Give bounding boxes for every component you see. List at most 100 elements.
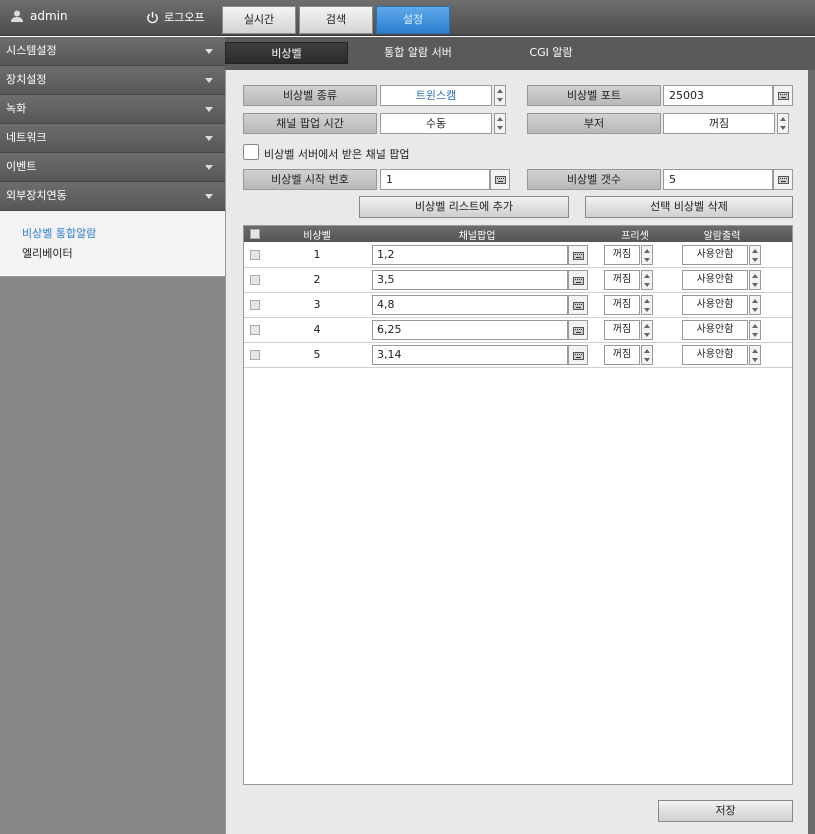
sidebar-item-device[interactable]: 장치설정 bbox=[0, 66, 225, 95]
sub-tab-bar: 비상벨 통합 알람 서버 CGI 알람 bbox=[225, 37, 815, 70]
server-popup-label: 비상벨 서버에서 받은 채널 팝업 bbox=[264, 148, 410, 161]
channel-popup-input[interactable]: 3,5 bbox=[372, 270, 568, 290]
preset-spinner[interactable] bbox=[641, 245, 653, 265]
alarm-output-select[interactable]: 사용안함 bbox=[682, 270, 748, 290]
row-checkbox[interactable] bbox=[250, 325, 260, 335]
keyboard-icon[interactable] bbox=[568, 245, 588, 265]
preset-select[interactable]: 꺼짐 bbox=[604, 270, 640, 290]
sidebar-item-label: 외부장치연동 bbox=[6, 189, 67, 202]
table-row: 1 1,2 꺼짐 사용안함 bbox=[244, 243, 792, 268]
submenu-item-emergency-bell[interactable]: 비상벨 통합알람 bbox=[22, 225, 225, 245]
chevron-down-icon bbox=[205, 136, 213, 141]
keyboard-icon[interactable] bbox=[568, 270, 588, 290]
channel-popup-input[interactable]: 6,25 bbox=[372, 320, 568, 340]
preset-spinner[interactable] bbox=[641, 295, 653, 315]
tab-alarm-server[interactable]: 통합 알람 서버 bbox=[368, 42, 468, 64]
buzzer-select[interactable]: 꺼짐 bbox=[663, 113, 775, 134]
table-row: 4 6,25 꺼짐 사용안함 bbox=[244, 318, 792, 343]
bell-count-input[interactable]: 5 bbox=[663, 169, 773, 190]
chevron-down-icon bbox=[205, 107, 213, 112]
buzzer-spinner[interactable] bbox=[777, 113, 789, 134]
bell-number: 4 bbox=[313, 323, 321, 336]
preset-select[interactable]: 꺼짐 bbox=[604, 320, 640, 340]
submenu-item-elevator[interactable]: 엘리베이터 bbox=[22, 245, 225, 265]
table-row: 5 3,14 꺼짐 사용안함 bbox=[244, 343, 792, 368]
alarm-output-spinner[interactable] bbox=[749, 245, 761, 265]
save-button[interactable]: 저장 bbox=[658, 800, 793, 822]
bell-number: 5 bbox=[313, 348, 321, 361]
delete-selected-button[interactable]: 선택 비상벨 삭제 bbox=[585, 196, 793, 218]
keyboard-icon[interactable] bbox=[568, 295, 588, 315]
tab-live[interactable]: 실시간 bbox=[222, 6, 296, 34]
keyboard-icon[interactable] bbox=[773, 85, 793, 106]
alarm-output-select[interactable]: 사용안함 bbox=[682, 345, 748, 365]
sidebar-item-event[interactable]: 이벤트 bbox=[0, 153, 225, 182]
alarm-output-spinner[interactable] bbox=[749, 295, 761, 315]
alarm-output-select[interactable]: 사용안함 bbox=[682, 320, 748, 340]
select-all-checkbox[interactable] bbox=[250, 229, 260, 239]
sidebar-item-record[interactable]: 녹화 bbox=[0, 95, 225, 124]
table-row: 3 4,8 꺼짐 사용안함 bbox=[244, 293, 792, 318]
alarm-output-select[interactable]: 사용안함 bbox=[682, 245, 748, 265]
bell-count-label: 비상벨 갯수 bbox=[527, 169, 661, 190]
popup-time-label: 채널 팝업 시간 bbox=[243, 113, 377, 134]
bell-port-input[interactable]: 25003 bbox=[663, 85, 773, 106]
bell-port-label: 비상벨 포트 bbox=[527, 85, 661, 106]
header-alarm-output: 알람출력 bbox=[703, 231, 741, 242]
channel-popup-input[interactable]: 4,8 bbox=[372, 295, 568, 315]
preset-spinner[interactable] bbox=[641, 345, 653, 365]
keyboard-icon[interactable] bbox=[490, 169, 510, 190]
chevron-down-icon bbox=[205, 78, 213, 83]
server-popup-checkbox[interactable] bbox=[243, 144, 259, 160]
tab-settings[interactable]: 설정 bbox=[376, 6, 450, 34]
sidebar-item-label: 시스템설정 bbox=[6, 44, 57, 57]
row-checkbox[interactable] bbox=[250, 300, 260, 310]
bell-type-label: 비상벨 종류 bbox=[243, 85, 377, 106]
keyboard-icon[interactable] bbox=[568, 320, 588, 340]
table-header: 비상벨 채널팝업 프리셋 알람출력 bbox=[244, 226, 792, 242]
alarm-output-spinner[interactable] bbox=[749, 270, 761, 290]
logout-button[interactable]: 로그오프 bbox=[146, 9, 204, 25]
user-info: admin bbox=[10, 9, 68, 23]
alarm-output-spinner[interactable] bbox=[749, 345, 761, 365]
row-checkbox[interactable] bbox=[250, 275, 260, 285]
row-checkbox[interactable] bbox=[250, 350, 260, 360]
channel-popup-input[interactable]: 3,14 bbox=[372, 345, 568, 365]
header-channel-popup: 채널팝업 bbox=[458, 231, 496, 242]
preset-select[interactable]: 꺼짐 bbox=[604, 345, 640, 365]
bell-type-spinner[interactable] bbox=[494, 85, 506, 106]
sidebar-item-label: 네트워크 bbox=[6, 131, 47, 144]
sidebar-item-system[interactable]: 시스템설정 bbox=[0, 37, 225, 66]
preset-spinner[interactable] bbox=[641, 270, 653, 290]
row-checkbox[interactable] bbox=[250, 250, 260, 260]
sidebar-item-label: 장치설정 bbox=[6, 73, 47, 86]
popup-time-spinner[interactable] bbox=[494, 113, 506, 134]
user-icon bbox=[11, 10, 23, 22]
bell-type-select[interactable]: 트윈스캠 bbox=[380, 85, 492, 106]
top-bar: admin 로그오프 실시간 검색 설정 bbox=[0, 0, 815, 36]
sidebar-item-label: 이벤트 bbox=[6, 160, 37, 173]
sidebar-item-external[interactable]: 외부장치연동 bbox=[0, 182, 225, 211]
bell-number: 1 bbox=[313, 248, 321, 261]
sidebar-item-network[interactable]: 네트워크 bbox=[0, 124, 225, 153]
preset-select[interactable]: 꺼짐 bbox=[604, 245, 640, 265]
table-row: 2 3,5 꺼짐 사용안함 bbox=[244, 268, 792, 293]
logout-label: 로그오프 bbox=[164, 11, 205, 24]
start-number-input[interactable]: 1 bbox=[380, 169, 490, 190]
add-to-list-button[interactable]: 비상벨 리스트에 추가 bbox=[359, 196, 569, 218]
alarm-output-spinner[interactable] bbox=[749, 320, 761, 340]
channel-popup-input[interactable]: 1,2 bbox=[372, 245, 568, 265]
tab-search[interactable]: 검색 bbox=[299, 6, 373, 34]
keyboard-icon[interactable] bbox=[568, 345, 588, 365]
preset-spinner[interactable] bbox=[641, 320, 653, 340]
tab-emergency-bell[interactable]: 비상벨 bbox=[225, 42, 348, 64]
bell-number: 3 bbox=[313, 298, 321, 311]
alarm-output-select[interactable]: 사용안함 bbox=[682, 295, 748, 315]
preset-select[interactable]: 꺼짐 bbox=[604, 295, 640, 315]
header-bell: 비상벨 bbox=[303, 231, 331, 242]
popup-time-select[interactable]: 수동 bbox=[380, 113, 492, 134]
keyboard-icon[interactable] bbox=[773, 169, 793, 190]
tab-cgi-alarm[interactable]: CGI 알람 bbox=[508, 42, 594, 64]
bell-table: 비상벨 채널팝업 프리셋 알람출력 1 1,2 꺼짐 사용안함 2 3,5 꺼짐… bbox=[243, 225, 793, 785]
username: admin bbox=[30, 9, 68, 23]
